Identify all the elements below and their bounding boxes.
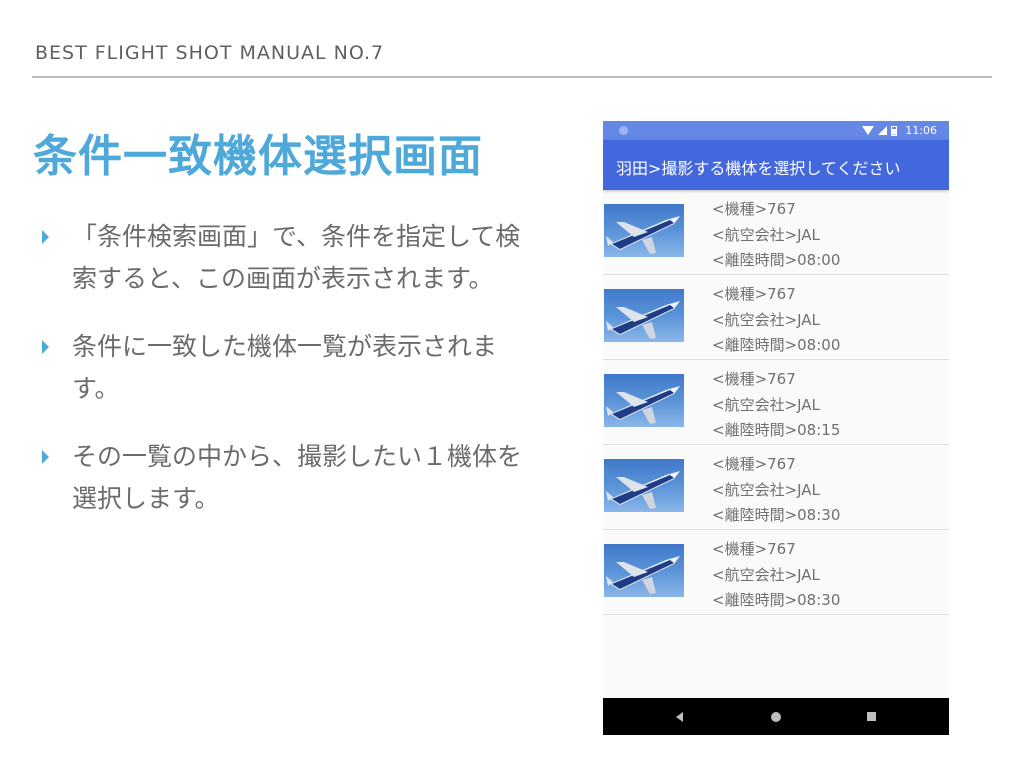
notification-dot-icon bbox=[619, 126, 628, 135]
airplane-thumbnail bbox=[604, 544, 684, 597]
signal-icon bbox=[878, 126, 888, 135]
airline: <航空会社>JAL bbox=[712, 310, 820, 329]
bullet-item: 条件に一致した機体一覧が表示されます。 bbox=[38, 326, 538, 410]
battery-icon bbox=[891, 125, 898, 136]
flight-list-item[interactable]: <機種>767 <航空会社>JAL <離陸時間>08:00 bbox=[603, 275, 949, 360]
back-icon[interactable] bbox=[676, 712, 683, 722]
recent-apps-icon[interactable] bbox=[867, 712, 876, 721]
wifi-icon bbox=[862, 126, 875, 135]
app-bar: 羽田>撮影する機体を選択してください bbox=[603, 140, 949, 190]
header-divider bbox=[32, 76, 992, 78]
aircraft-type: <機種>767 bbox=[712, 370, 796, 388]
aircraft-type: <機種>767 bbox=[712, 285, 796, 303]
slide-title: 条件一致機体選択画面 bbox=[33, 131, 483, 182]
bullet-arrow-icon bbox=[42, 450, 49, 464]
flight-list-item[interactable]: <機種>767 <航空会社>JAL <離陸時間>08:15 bbox=[603, 360, 949, 445]
airplane-thumbnail bbox=[604, 289, 684, 342]
airline: <航空会社>JAL bbox=[712, 565, 820, 584]
flight-list: <機種>767 <航空会社>JAL <離陸時間>08:00 <機種>767 <航… bbox=[603, 190, 949, 615]
airplane-thumbnail bbox=[604, 459, 684, 512]
flight-info: <機種>767 <航空会社>JAL <離陸時間>08:30 bbox=[712, 452, 840, 529]
departure-time: <離陸時間>08:15 bbox=[712, 421, 841, 439]
aircraft-type: <機種>767 bbox=[712, 455, 796, 473]
aircraft-type: <機種>767 bbox=[712, 540, 796, 558]
departure-time: <離陸時間>08:30 bbox=[712, 506, 841, 524]
airplane-thumbnail bbox=[604, 204, 684, 257]
bullet-text: 条件に一致した機体一覧が表示されます。 bbox=[72, 332, 498, 403]
airline: <航空会社>JAL bbox=[712, 395, 820, 414]
aircraft-type: <機種>767 bbox=[712, 200, 796, 218]
departure-time: <離陸時間>08:00 bbox=[712, 336, 841, 354]
deck-header-title: BEST FLIGHT SHOT MANUAL NO.7 bbox=[35, 42, 385, 64]
airline: <航空会社>JAL bbox=[712, 480, 820, 499]
flight-info: <機種>767 <航空会社>JAL <離陸時間>08:00 bbox=[712, 282, 840, 359]
home-icon[interactable] bbox=[771, 712, 781, 722]
phone-screenshot: 11:06 羽田>撮影する機体を選択してください <機種>767 <航空会社>J… bbox=[603, 121, 949, 735]
flight-info: <機種>767 <航空会社>JAL <離陸時間>08:30 bbox=[712, 537, 840, 614]
flight-info: <機種>767 <航空会社>JAL <離陸時間>08:00 bbox=[712, 197, 840, 274]
bullet-arrow-icon bbox=[42, 230, 49, 244]
bullet-text: その一覧の中から、撮影したい１機体を選択します。 bbox=[72, 442, 523, 513]
flight-list-item[interactable]: <機種>767 <航空会社>JAL <離陸時間>08:00 bbox=[603, 190, 949, 275]
flight-list-item[interactable]: <機種>767 <航空会社>JAL <離陸時間>08:30 bbox=[603, 530, 949, 615]
flight-list-item[interactable]: <機種>767 <航空会社>JAL <離陸時間>08:30 bbox=[603, 445, 949, 530]
flight-info: <機種>767 <航空会社>JAL <離陸時間>08:15 bbox=[712, 367, 840, 444]
app-bar-title: 羽田>撮影する機体を選択してください bbox=[616, 159, 901, 178]
status-time: 11:06 bbox=[905, 124, 937, 137]
departure-time: <離陸時間>08:00 bbox=[712, 251, 841, 269]
status-icons: 11:06 bbox=[862, 124, 937, 137]
airline: <航空会社>JAL bbox=[712, 225, 820, 244]
bullet-item: その一覧の中から、撮影したい１機体を選択します。 bbox=[38, 436, 538, 520]
airplane-thumbnail bbox=[604, 374, 684, 427]
bullet-text: 「条件検索画面」で、条件を指定して検索すると、この画面が表示されます。 bbox=[72, 222, 521, 293]
bullet-list: 「条件検索画面」で、条件を指定して検索すると、この画面が表示されます。 条件に一… bbox=[38, 216, 538, 546]
status-bar: 11:06 bbox=[603, 121, 949, 140]
android-nav-bar bbox=[603, 698, 949, 735]
departure-time: <離陸時間>08:30 bbox=[712, 591, 841, 609]
bullet-arrow-icon bbox=[42, 340, 49, 354]
bullet-item: 「条件検索画面」で、条件を指定して検索すると、この画面が表示されます。 bbox=[38, 216, 538, 300]
